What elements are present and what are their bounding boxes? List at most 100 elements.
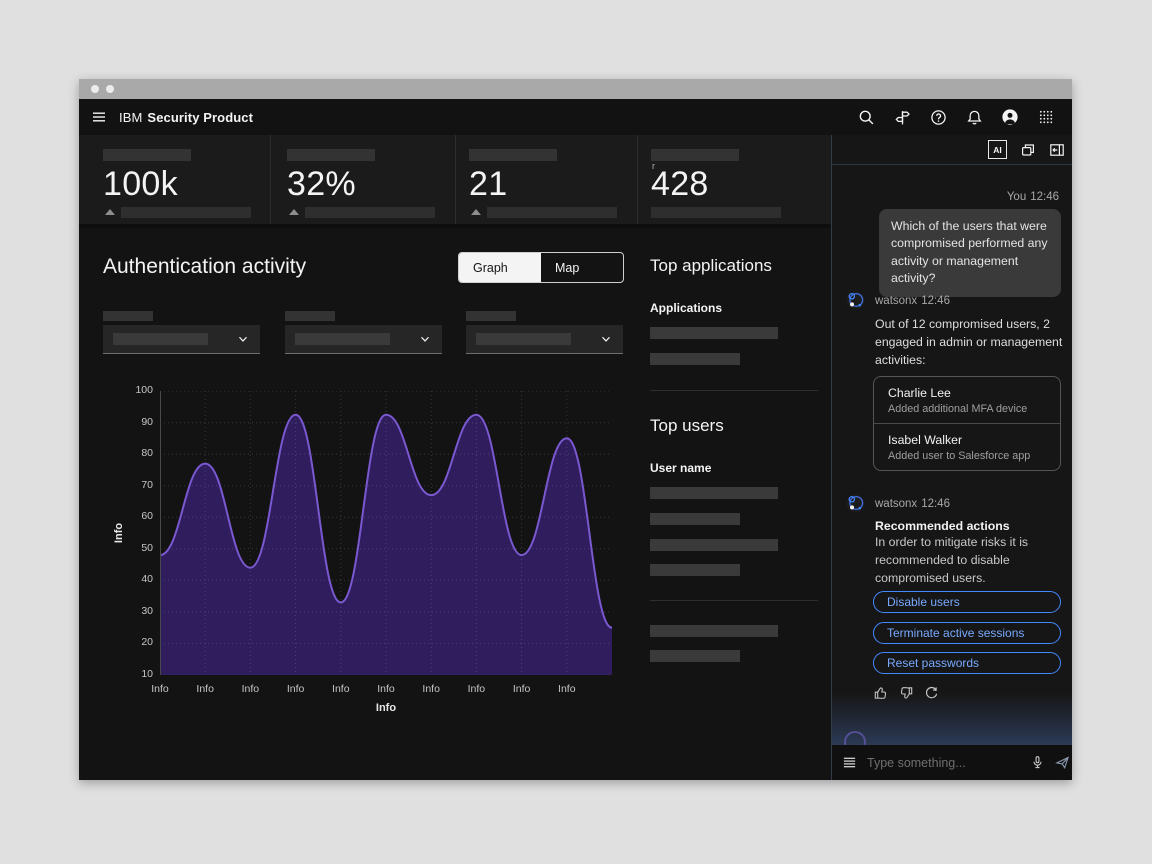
kpi-trend-skeleton bbox=[487, 207, 617, 218]
kpi-title-skeleton bbox=[651, 149, 739, 161]
brand-prefix: IBM bbox=[119, 110, 142, 125]
user-message-bubble: Which of the users that were compromised… bbox=[879, 209, 1061, 297]
divider bbox=[650, 390, 818, 391]
search-icon[interactable] bbox=[848, 99, 884, 135]
applications-column-header: Applications bbox=[650, 301, 722, 315]
area-chart bbox=[160, 391, 612, 675]
kpi-title-skeleton bbox=[469, 149, 557, 161]
users-card: Charlie Lee Added additional MFA device … bbox=[873, 376, 1061, 471]
wayfinding-icon[interactable] bbox=[884, 99, 920, 135]
switcher-option-graph[interactable]: Graph bbox=[459, 253, 541, 282]
trend-up-icon bbox=[105, 209, 115, 215]
list-item-skeleton bbox=[650, 487, 778, 499]
ai-label-icon[interactable]: AI bbox=[988, 140, 1007, 159]
list-item-skeleton bbox=[650, 564, 740, 576]
card-item: Isabel Walker Added user to Salesforce a… bbox=[874, 424, 1060, 470]
user-message-meta: You12:46 bbox=[1007, 191, 1059, 203]
filter-dropdown-1[interactable] bbox=[103, 325, 260, 354]
chat-text-input[interactable] bbox=[865, 755, 1030, 771]
window-dot-1[interactable] bbox=[91, 85, 99, 93]
sender-name: watsonx bbox=[875, 295, 917, 307]
message-time: 12:46 bbox=[921, 498, 950, 510]
x-axis-title: Info bbox=[160, 702, 612, 714]
top-applications-title: Top applications bbox=[650, 256, 772, 276]
filter-label-skeleton bbox=[103, 311, 153, 321]
chat-input-bar bbox=[832, 745, 1072, 780]
watsonx-avatar-icon bbox=[846, 494, 865, 518]
app-switcher-icon[interactable] bbox=[1028, 99, 1064, 135]
pop-out-icon[interactable] bbox=[1020, 142, 1036, 158]
microphone-icon[interactable] bbox=[1030, 755, 1045, 770]
x-axis-tick-labels: InfoInfoInfoInfoInfoInfoInfoInfoInfoInfo bbox=[160, 683, 612, 697]
dropdown-value-skeleton bbox=[295, 333, 390, 345]
filter-label-skeleton bbox=[466, 311, 516, 321]
list-item-skeleton bbox=[650, 353, 740, 365]
top-navbar: IBM Security Product bbox=[79, 99, 1072, 135]
bot-message-title: Recommended actions bbox=[875, 519, 1010, 533]
window-dot-2[interactable] bbox=[106, 85, 114, 93]
user-name: Charlie Lee bbox=[888, 386, 1046, 400]
bot-message-text: In order to mitigate risks it is recomme… bbox=[875, 534, 1061, 587]
list-item-skeleton bbox=[650, 327, 778, 339]
top-users-title: Top users bbox=[650, 416, 724, 436]
assistant-chat-panel: AI You12:46 Which of the users that were… bbox=[831, 135, 1072, 780]
window-titlebar[interactable] bbox=[79, 79, 1072, 99]
bot-message-meta: watsonx 12:46 bbox=[875, 295, 950, 307]
hamburger-menu-icon[interactable] bbox=[79, 99, 119, 135]
brand-name: Security Product bbox=[147, 110, 253, 125]
y-axis-tick-labels: 102030405060708090100 bbox=[119, 385, 153, 669]
desktop-background: IBM Security Product bbox=[0, 0, 1152, 864]
kpi-trend-skeleton bbox=[305, 207, 435, 218]
graph-map-switcher: Graph Map bbox=[458, 252, 624, 283]
chat-panel-header: AI bbox=[832, 135, 1072, 165]
app-window: IBM Security Product bbox=[79, 79, 1072, 780]
card-item: Charlie Lee Added additional MFA device bbox=[874, 377, 1060, 423]
nav-actions bbox=[848, 99, 1072, 135]
help-icon[interactable] bbox=[920, 99, 956, 135]
switcher-option-map[interactable]: Map bbox=[541, 253, 623, 282]
user-activity: Added user to Salesforce app bbox=[888, 450, 1046, 462]
kpi-value: 21 bbox=[469, 165, 507, 204]
sender-name: watsonx bbox=[875, 498, 917, 510]
trend-up-icon bbox=[471, 209, 481, 215]
user-avatar-icon[interactable] bbox=[992, 99, 1028, 135]
side-panel-icon[interactable] bbox=[1049, 142, 1065, 158]
filter-label-skeleton bbox=[285, 311, 335, 321]
chevron-down-icon bbox=[418, 332, 432, 346]
kpi-title-skeleton bbox=[103, 149, 191, 161]
watsonx-avatar-icon bbox=[846, 291, 865, 315]
app-title: IBM Security Product bbox=[119, 110, 253, 125]
dropdown-value-skeleton bbox=[113, 333, 208, 345]
bot-message-meta: watsonx 12:46 bbox=[875, 498, 950, 510]
dropdown-value-skeleton bbox=[476, 333, 571, 345]
kpi-tile-1: 100k bbox=[79, 135, 270, 224]
message-time: 12:46 bbox=[921, 295, 950, 307]
disable-users-button[interactable]: Disable users bbox=[873, 591, 1061, 613]
kpi-tile-3: 21 bbox=[455, 135, 637, 224]
chat-bottom-gradient bbox=[832, 693, 1072, 745]
list-item-skeleton bbox=[650, 625, 778, 637]
list-item-skeleton bbox=[650, 539, 778, 551]
kpi-tile-4: r 428 bbox=[637, 135, 831, 224]
user-activity: Added additional MFA device bbox=[888, 403, 1046, 415]
list-item-skeleton bbox=[650, 513, 740, 525]
notifications-bell-icon[interactable] bbox=[956, 99, 992, 135]
chevron-down-icon bbox=[236, 332, 250, 346]
chevron-down-icon bbox=[599, 332, 613, 346]
kpi-trend-skeleton bbox=[651, 207, 781, 218]
kpi-value: 100k bbox=[103, 165, 178, 204]
user-name-column-header: User name bbox=[650, 461, 711, 475]
divider bbox=[650, 600, 818, 601]
kpi-value: 32% bbox=[287, 165, 356, 204]
filter-dropdown-2[interactable] bbox=[285, 325, 442, 354]
terminate-sessions-button[interactable]: Terminate active sessions bbox=[873, 622, 1061, 644]
bot-message-text: Out of 12 compromised users, 2 engaged i… bbox=[875, 316, 1063, 369]
kpi-tile-2: 32% bbox=[270, 135, 455, 224]
send-icon[interactable] bbox=[1055, 755, 1070, 770]
filter-dropdown-3[interactable] bbox=[466, 325, 623, 354]
kpi-value: 428 bbox=[651, 165, 709, 204]
input-menu-icon[interactable] bbox=[842, 755, 857, 770]
reset-passwords-button[interactable]: Reset passwords bbox=[873, 652, 1061, 674]
sender-name: You bbox=[1007, 191, 1026, 203]
kpi-title-skeleton bbox=[287, 149, 375, 161]
